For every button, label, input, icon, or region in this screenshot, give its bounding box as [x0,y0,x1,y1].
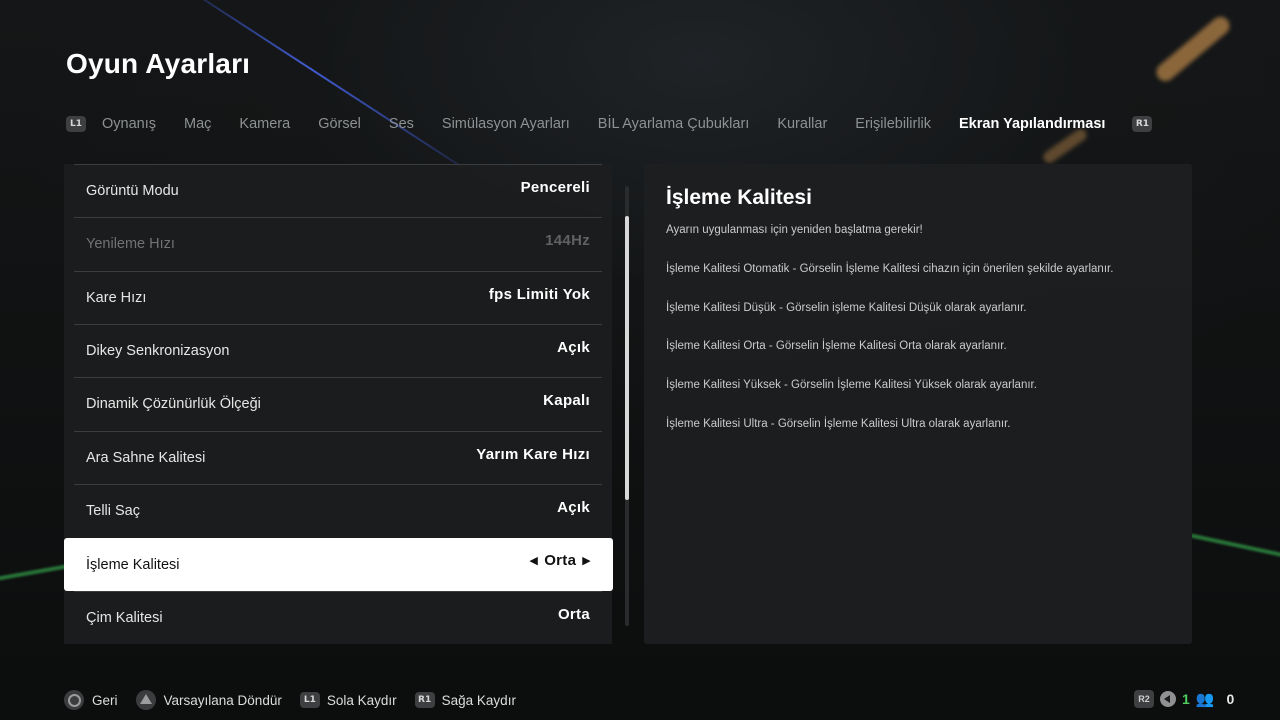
description-warning: Ayarın uygulanması için yeniden başlatma… [666,224,923,236]
setting-value-selector[interactable]: ◀ Orta ▶ [529,552,591,569]
setting-label: Telli Saç [86,503,140,519]
setting-row-telli-sac[interactable]: Telli Saç Açık [74,484,602,537]
description-line: İşleme Kalitesi Otomatik - Görselin İşle… [666,262,1114,275]
setting-row-ara-sahne-kalitesi[interactable]: Ara Sahne Kalitesi Yarım Kare Hızı [74,431,602,484]
setting-label: Kare Hızı [86,290,147,306]
setting-row-dinamik-cozunurluk[interactable]: Dinamik Çözünürlük Ölçeği Kapalı [74,377,602,430]
description-panel: İşleme Kalitesi Ayarın uygulanması için … [644,164,1192,644]
settings-scrollbar[interactable] [625,186,629,626]
tab-bar: L1 Oynanış Maç Kamera Görsel Ses Simülas… [66,112,1168,136]
description-title: İşleme Kalitesi [666,186,812,209]
tab-mac[interactable]: Maç [184,116,211,132]
setting-value: Açık [557,339,590,356]
l1-button-icon: L1 [299,692,320,708]
setting-row-kare-hizi[interactable]: Kare Hızı fps Limiti Yok [74,271,602,324]
tab-gorsel[interactable]: Görsel [318,116,361,132]
setting-value: Orta [557,606,590,623]
description-line: İşleme Kalitesi Düşük - Görselin işleme … [666,301,1027,314]
setting-label: Çim Kalitesi [86,610,163,626]
reset-label: Varsayılana Döndür [163,692,282,708]
reset-defaults-button[interactable]: Varsayılana Döndür [135,690,282,710]
setting-row-cim-kalitesi[interactable]: Çim Kalitesi Orta [74,591,602,644]
notification-icon [1160,691,1176,707]
background-pitch-line [1190,533,1280,561]
setting-value: Kapalı [543,392,590,409]
scroll-left-button[interactable]: L1 Sola Kaydır [299,692,397,708]
arrow-right-icon[interactable]: ▶ [582,554,591,567]
setting-row-isleme-kalitesi[interactable]: İşleme Kalitesi ◀ Orta ▶ [64,538,613,591]
scroll-right-label: Sağa Kaydır [441,692,516,708]
setting-value: Açık [557,499,590,516]
setting-value: Yarım Kare Hızı [476,446,590,463]
setting-row-goruntu-modu[interactable]: Görüntü Modu Pencereli [74,164,602,217]
circle-button-icon [64,690,84,710]
friends-icon: 👥 [1195,691,1215,708]
arrow-left-icon[interactable]: ◀ [529,554,538,567]
setting-value: 144Hz [545,232,590,249]
r1-button-icon: R1 [414,692,435,708]
setting-label: Görüntü Modu [86,183,179,199]
friends-count: 0 [1226,691,1235,707]
l1-button-icon[interactable]: L1 [66,116,86,132]
background-light-streak [159,0,463,168]
description-line: İşleme Kalitesi Ultra - Görselin İşleme … [666,417,1011,430]
description-line: İşleme Kalitesi Yüksek - Görselin İşleme… [666,379,1037,392]
tab-kamera[interactable]: Kamera [239,116,290,132]
setting-row-yenileme-hizi: Yenileme Hızı 144Hz [74,217,602,270]
settings-list: Görüntü Modu Pencereli Yenileme Hızı 144… [64,164,613,644]
setting-value: Orta [544,552,577,569]
back-label: Geri [92,692,118,708]
r1-button-icon[interactable]: R1 [1132,116,1153,132]
tab-oynanis[interactable]: Oynanış [102,116,156,132]
tab-kurallar[interactable]: Kurallar [777,116,827,132]
setting-label: Dikey Senkronizasyon [86,343,230,359]
scroll-left-label: Sola Kaydır [326,692,397,708]
description-line: İşleme Kalitesi Orta - Görselin İşleme K… [666,340,1007,353]
background-lamp [1152,13,1234,85]
tab-simulasyon-ayarlari[interactable]: Simülasyon Ayarları [442,116,570,132]
status-green-count: 1 [1182,691,1190,707]
tab-bil-ayarlama-cubuklari[interactable]: BİL Ayarlama Çubukları [598,116,750,132]
triangle-button-icon [135,690,156,710]
scroll-right-button[interactable]: R1 Sağa Kaydır [414,692,516,708]
button-prompts: Geri Varsayılana Döndür L1 Sola Kaydır R… [64,688,534,712]
tab-ses[interactable]: Ses [389,116,414,132]
scrollbar-thumb[interactable] [625,216,629,500]
tab-erisilebilirlik[interactable]: Erişilebilirlik [855,116,931,132]
back-button[interactable]: Geri [64,690,118,710]
page-title: Oyun Ayarları [66,48,251,79]
setting-label: İşleme Kalitesi [86,556,180,573]
status-bar: R2 1 👥 0 [1134,690,1234,708]
setting-label: Yenileme Hızı [86,236,175,252]
setting-value: Pencereli [520,179,590,196]
tab-ekran-yapilandirmasi[interactable]: Ekran Yapılandırması [959,116,1105,132]
setting-row-dikey-senkronizasyon[interactable]: Dikey Senkronizasyon Açık [74,324,602,377]
setting-label: Ara Sahne Kalitesi [86,450,206,466]
setting-label: Dinamik Çözünürlük Ölçeği [86,396,261,412]
setting-value: fps Limiti Yok [488,286,590,303]
r2-button-icon: R2 [1134,690,1154,708]
